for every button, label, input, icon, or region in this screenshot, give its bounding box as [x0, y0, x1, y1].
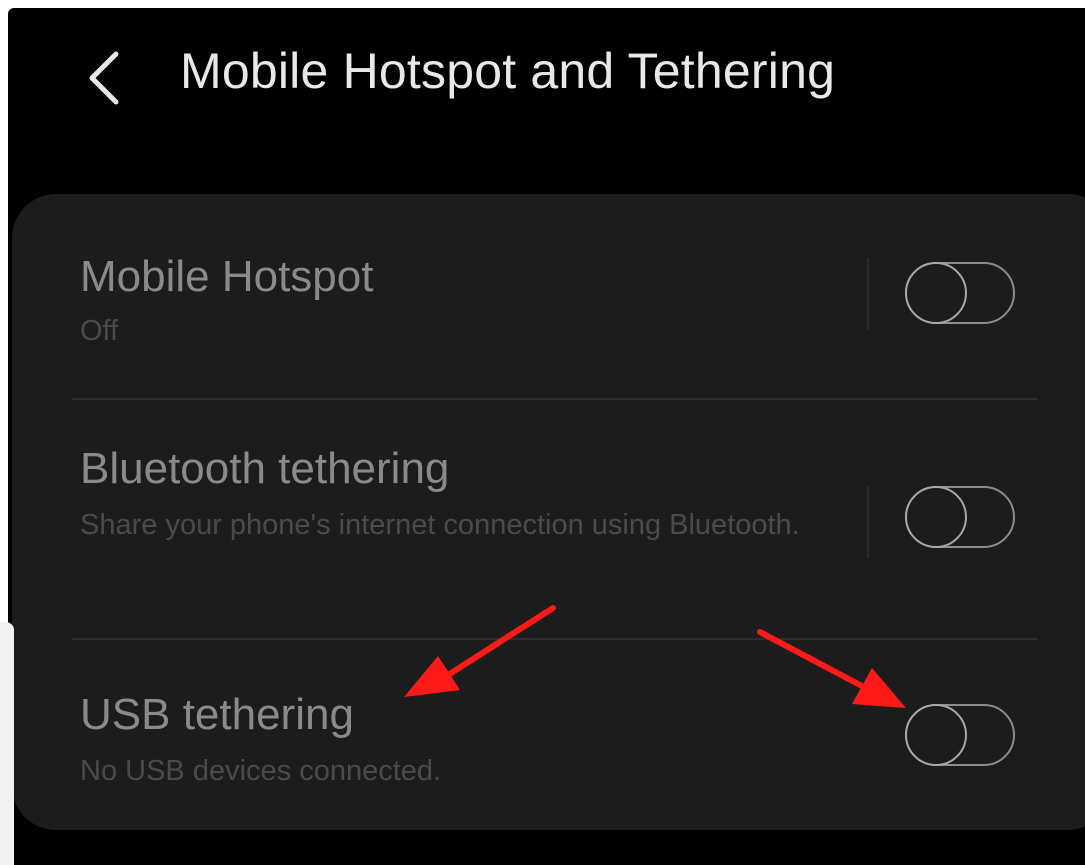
- vertical-divider: [867, 258, 869, 330]
- tethering-settings-card: Mobile Hotspot Off Bluetooth tethering S…: [12, 194, 1085, 830]
- back-button[interactable]: [78, 46, 134, 110]
- toggle-thumb: [905, 486, 967, 548]
- page-title: Mobile Hotspot and Tethering: [180, 43, 836, 99]
- screenshot: Mobile Hotspot and Tethering Mobile Hots…: [0, 0, 1085, 865]
- bluetooth-tethering-toggle[interactable]: [905, 486, 1015, 548]
- setting-title: Mobile Hotspot: [80, 252, 374, 301]
- setting-row-usb-tethering[interactable]: USB tethering No USB devices connected.: [12, 640, 1085, 830]
- setting-title: USB tethering: [80, 690, 354, 739]
- setting-description: Share your phone's internet connection u…: [80, 509, 800, 541]
- setting-row-mobile-hotspot[interactable]: Mobile Hotspot Off: [12, 194, 1085, 394]
- setting-status: No USB devices connected.: [80, 755, 442, 787]
- settings-screen: Mobile Hotspot and Tethering Mobile Hots…: [8, 8, 1085, 865]
- setting-title: Bluetooth tethering: [80, 444, 450, 493]
- setting-status: Off: [80, 315, 119, 347]
- mobile-hotspot-toggle[interactable]: [905, 262, 1015, 324]
- toggle-thumb: [905, 262, 967, 324]
- usb-tethering-toggle[interactable]: [905, 704, 1015, 766]
- app-bar: Mobile Hotspot and Tethering: [8, 8, 1085, 158]
- scroll-indicator: [0, 622, 14, 865]
- chevron-left-icon: [89, 51, 119, 105]
- vertical-divider: [867, 486, 869, 558]
- setting-row-bluetooth-tethering[interactable]: Bluetooth tethering Share your phone's i…: [12, 400, 1085, 636]
- toggle-thumb: [905, 704, 967, 766]
